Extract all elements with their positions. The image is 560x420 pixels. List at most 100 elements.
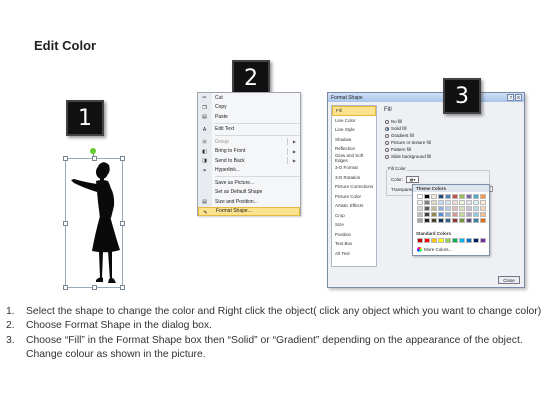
- category-reflection[interactable]: Reflection: [332, 144, 376, 154]
- theme-color-swatch[interactable]: [459, 200, 465, 205]
- menu-item-bring-to-front[interactable]: ◧ Bring to Front ▶: [198, 147, 300, 157]
- theme-color-swatch[interactable]: [431, 200, 437, 205]
- theme-color-swatch[interactable]: [480, 200, 486, 205]
- theme-color-swatch[interactable]: [459, 194, 465, 199]
- radio-gradient-fill[interactable]: Gradient fill: [385, 133, 414, 138]
- theme-color-swatch[interactable]: [438, 218, 444, 223]
- radio-no-fill[interactable]: No fill: [385, 119, 402, 124]
- menu-item-send-to-back[interactable]: ◨ Send to Back ▶: [198, 156, 300, 166]
- theme-color-swatch[interactable]: [417, 218, 423, 223]
- radio-pattern-fill[interactable]: Pattern fill: [385, 147, 411, 152]
- menu-item-save-as-picture[interactable]: Save as Picture...: [198, 178, 300, 188]
- theme-color-swatch[interactable]: [424, 194, 430, 199]
- theme-color-swatch[interactable]: [445, 200, 451, 205]
- category-alt-text[interactable]: Alt Text: [332, 249, 376, 259]
- theme-color-swatch[interactable]: [459, 212, 465, 217]
- theme-color-swatch[interactable]: [473, 200, 479, 205]
- radio-picture-fill[interactable]: Picture or texture fill: [385, 140, 431, 145]
- standard-color-swatch[interactable]: [438, 238, 444, 243]
- theme-color-swatch[interactable]: [466, 212, 472, 217]
- theme-color-swatch[interactable]: [452, 200, 458, 205]
- theme-color-swatch[interactable]: [480, 206, 486, 211]
- theme-color-swatch[interactable]: [438, 200, 444, 205]
- close-x-button[interactable]: X: [514, 94, 522, 101]
- menu-item-group[interactable]: ▣ Group ▶: [198, 137, 300, 147]
- menu-item-cut[interactable]: ✂ Cut: [198, 93, 300, 103]
- theme-color-swatch[interactable]: [473, 212, 479, 217]
- theme-color-swatch[interactable]: [480, 218, 486, 223]
- theme-color-swatch[interactable]: [438, 212, 444, 217]
- standard-color-swatch[interactable]: [431, 238, 437, 243]
- standard-color-swatch[interactable]: [424, 238, 430, 243]
- category-shadow[interactable]: Shadow: [332, 135, 376, 145]
- theme-color-swatch[interactable]: [417, 206, 423, 211]
- category-size[interactable]: Size: [332, 220, 376, 230]
- theme-color-swatch[interactable]: [445, 218, 451, 223]
- menu-item-size-and-position[interactable]: ▤ Size and Position...: [198, 197, 300, 207]
- theme-color-swatch[interactable]: [466, 218, 472, 223]
- theme-color-swatch[interactable]: [473, 206, 479, 211]
- category-3d-format[interactable]: 3-D Format: [332, 163, 376, 173]
- theme-color-swatch[interactable]: [424, 200, 430, 205]
- theme-color-swatch[interactable]: [431, 212, 437, 217]
- standard-color-swatch[interactable]: [445, 238, 451, 243]
- theme-color-swatch[interactable]: [466, 206, 472, 211]
- color-dropdown-button[interactable]: ▦▾: [406, 176, 420, 183]
- theme-color-swatch[interactable]: [438, 206, 444, 211]
- help-button[interactable]: ?: [507, 94, 514, 101]
- theme-color-swatch[interactable]: [417, 200, 423, 205]
- close-button[interactable]: Close: [498, 276, 520, 284]
- theme-color-swatch[interactable]: [480, 194, 486, 199]
- theme-color-swatch[interactable]: [452, 218, 458, 223]
- category-line-color[interactable]: Line Color: [332, 116, 376, 126]
- category-3d-rotation[interactable]: 3-D Rotation: [332, 173, 376, 183]
- theme-color-swatch[interactable]: [424, 206, 430, 211]
- theme-color-swatch[interactable]: [431, 194, 437, 199]
- theme-color-swatch[interactable]: [438, 194, 444, 199]
- theme-color-swatch[interactable]: [424, 218, 430, 223]
- theme-color-swatch[interactable]: [431, 206, 437, 211]
- category-picture-corrections[interactable]: Picture Corrections: [332, 182, 376, 192]
- theme-color-swatch[interactable]: [417, 212, 423, 217]
- menu-item-paste[interactable]: ▤ Paste: [198, 112, 300, 122]
- theme-color-swatch[interactable]: [452, 206, 458, 211]
- radio-solid-fill[interactable]: Solid fill: [385, 126, 407, 131]
- menu-item-copy[interactable]: ❐ Copy: [198, 103, 300, 113]
- rotation-handle[interactable]: [90, 148, 96, 154]
- theme-color-swatch[interactable]: [480, 212, 486, 217]
- radio-slide-background-fill[interactable]: Slide background fill: [385, 154, 431, 159]
- theme-color-swatch[interactable]: [431, 218, 437, 223]
- theme-color-swatch[interactable]: [445, 212, 451, 217]
- standard-color-swatch[interactable]: [466, 238, 472, 243]
- theme-color-swatch[interactable]: [459, 206, 465, 211]
- standard-color-swatch[interactable]: [417, 238, 423, 243]
- theme-color-swatch[interactable]: [459, 218, 465, 223]
- theme-color-swatch[interactable]: [445, 206, 451, 211]
- dialog-title-bar[interactable]: Format Shape ? X: [328, 93, 524, 102]
- standard-color-swatch[interactable]: [452, 238, 458, 243]
- theme-color-swatch[interactable]: [452, 194, 458, 199]
- theme-color-swatch[interactable]: [445, 194, 451, 199]
- category-crop[interactable]: Crop: [332, 211, 376, 221]
- category-picture-color[interactable]: Picture Color: [332, 192, 376, 202]
- menu-item-format-shape[interactable]: ✎ Format Shape...: [198, 206, 300, 216]
- category-line-style[interactable]: Line Style: [332, 125, 376, 135]
- category-artistic-effects[interactable]: Artistic Effects: [332, 201, 376, 211]
- category-glow[interactable]: Glow and Soft Edges: [332, 153, 376, 163]
- category-text-box[interactable]: Text Box: [332, 239, 376, 249]
- theme-color-swatch[interactable]: [473, 218, 479, 223]
- standard-color-swatch[interactable]: [480, 238, 486, 243]
- standard-color-swatch[interactable]: [459, 238, 465, 243]
- woman-silhouette-shape[interactable]: [62, 158, 128, 290]
- theme-color-swatch[interactable]: [473, 194, 479, 199]
- theme-color-swatch[interactable]: [466, 200, 472, 205]
- theme-color-swatch[interactable]: [466, 194, 472, 199]
- standard-color-swatch[interactable]: [473, 238, 479, 243]
- theme-color-swatch[interactable]: [424, 212, 430, 217]
- more-colors-link[interactable]: More Colors...: [417, 247, 452, 252]
- category-position[interactable]: Position: [332, 230, 376, 240]
- theme-color-swatch[interactable]: [417, 194, 423, 199]
- menu-item-edit-text[interactable]: A Edit Text: [198, 125, 300, 135]
- theme-color-swatch[interactable]: [452, 212, 458, 217]
- menu-item-set-default-shape[interactable]: Set as Default Shape: [198, 188, 300, 198]
